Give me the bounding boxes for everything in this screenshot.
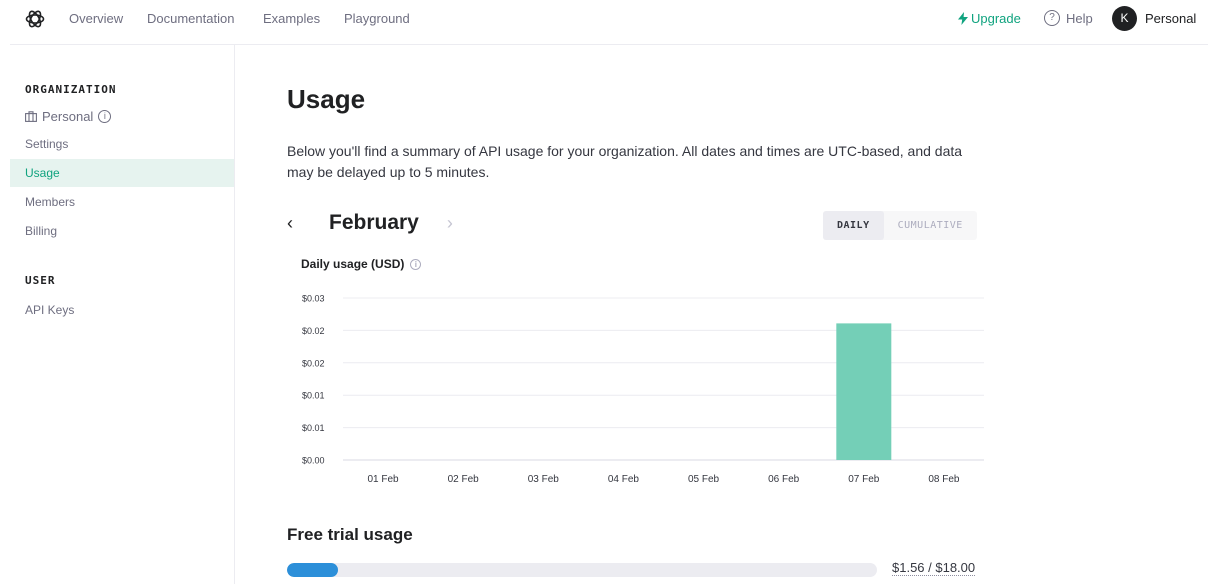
free-trial-progress-bar — [287, 563, 877, 577]
sidebar-item-usage[interactable]: Usage — [10, 159, 234, 187]
upgrade-button[interactable]: Upgrade — [958, 11, 1021, 26]
account-name: Personal — [1145, 11, 1197, 26]
nav-examples[interactable]: Examples — [263, 11, 320, 26]
x-tick-label: 02 Feb — [448, 474, 480, 485]
month-label: February — [329, 211, 419, 234]
nav-playground[interactable]: Playground — [344, 11, 410, 26]
help-label: Help — [1066, 10, 1093, 26]
x-tick-label: 07 Feb — [848, 474, 880, 485]
upgrade-label: Upgrade — [971, 11, 1021, 26]
page-title: Usage — [287, 84, 366, 114]
cumulative-toggle-button[interactable]: CUMULATIVE — [884, 211, 977, 240]
top-nav-bar: Overview Documentation Examples Playgrou… — [0, 0, 1208, 38]
usage-description: Below you'll find a summary of API usage… — [287, 143, 963, 180]
free-trial-amount[interactable]: $1.56 / $18.00 — [892, 560, 976, 576]
openai-logo-icon[interactable] — [24, 8, 46, 30]
sidebar-divider — [234, 45, 235, 584]
sidebar-item-members[interactable]: Members — [10, 188, 234, 216]
nav-documentation[interactable]: Documentation — [147, 11, 234, 26]
free-trial-progress-fill — [287, 563, 339, 577]
x-tick-label: 01 Feb — [367, 474, 399, 485]
x-tick-label: 03 Feb — [528, 474, 560, 485]
y-tick-label: $0.02 — [302, 358, 325, 368]
x-tick-label: 04 Feb — [608, 474, 640, 485]
y-tick-label: $0.02 — [302, 326, 325, 336]
free-trial-title: Free trial usage — [287, 525, 413, 544]
organization-heading: ORGANIZATION — [25, 83, 117, 96]
y-tick-label: $0.01 — [302, 423, 325, 433]
sidebar-item-settings[interactable]: Settings — [10, 130, 234, 158]
sidebar-item-billing[interactable]: Billing — [10, 217, 234, 245]
header-divider — [10, 44, 1208, 45]
bar — [836, 323, 892, 460]
chart-title: Daily usage (USD) i — [301, 257, 422, 271]
sidebar-item-api-keys[interactable]: API Keys — [10, 296, 234, 324]
view-toggle: DAILY CUMULATIVE — [823, 211, 977, 240]
daily-toggle-button[interactable]: DAILY — [823, 211, 884, 240]
y-tick-label: $0.01 — [302, 391, 325, 401]
info-icon[interactable]: i — [98, 110, 112, 123]
daily-usage-chart: $0.00 $0.01 $0.01 $0.02 $0.02 $0.03 01 Feb 02 F… — [302, 294, 984, 485]
info-icon[interactable]: i — [410, 258, 422, 270]
chart-title-label: Daily usage (USD) — [301, 257, 405, 271]
y-tick-label: $0.00 — [302, 456, 325, 466]
nav-overview[interactable]: Overview — [69, 11, 123, 26]
organization-name-label: Personal — [42, 109, 94, 124]
avatar: K — [1112, 6, 1137, 31]
chevron-left-icon[interactable]: ‹ — [287, 213, 309, 234]
x-tick-label: 05 Feb — [688, 474, 720, 485]
x-tick-label: 06 Feb — [768, 474, 800, 485]
organization-name: Personal i — [25, 109, 112, 124]
month-navigator: ‹ February › — [287, 211, 469, 235]
y-tick-label: $0.03 — [302, 294, 325, 304]
user-heading: USER — [25, 274, 56, 287]
x-tick-label: 08 Feb — [928, 474, 960, 485]
chevron-right-icon[interactable]: › — [447, 213, 469, 234]
account-menu[interactable]: K Personal — [1112, 6, 1196, 31]
question-circle-icon: ? — [1044, 10, 1060, 26]
lightning-icon — [958, 12, 968, 25]
briefcase-icon — [25, 111, 37, 122]
help-button[interactable]: ? Help — [1044, 10, 1093, 26]
